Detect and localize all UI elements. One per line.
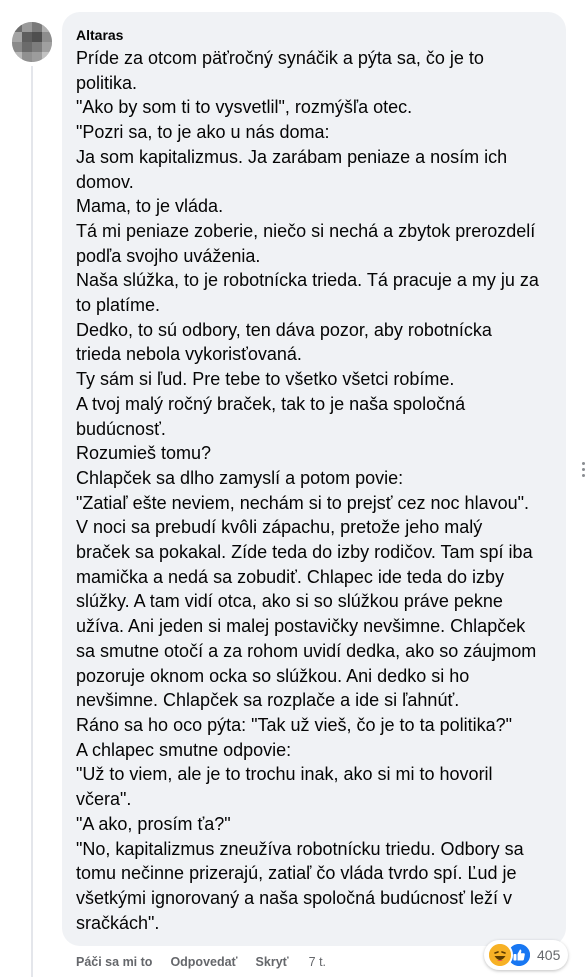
hide-button[interactable]: Skryť xyxy=(256,955,289,969)
comment-line: všetkými ignorovaný a naša spoločná budú… xyxy=(76,887,512,908)
dot xyxy=(581,474,585,477)
comment-timestamp[interactable]: 7 t. xyxy=(309,955,326,969)
comment-line: Mama, to je vláda. xyxy=(76,196,224,217)
comment-line: Chlapček sa dlho zamyslí a potom povie: xyxy=(76,467,404,488)
comment-bubble: Altaras Príde za otcom päťročný synáčik … xyxy=(62,12,566,946)
comment-line: pozoruje oknom ocka so slúžkou. Ani dedk… xyxy=(76,665,470,686)
comment-line: užíva. Ani jeden si malej postavičky nev… xyxy=(76,616,526,637)
comment-line: "Zatiaľ ešte neviem, nechám si to prejsť… xyxy=(76,492,529,513)
avatar-pixel xyxy=(22,42,32,52)
dot xyxy=(581,468,585,471)
comment-line: Ty sám si ľud. Pre tebe to všetko všetci… xyxy=(76,369,455,390)
haha-face-graphic xyxy=(489,944,511,966)
reply-button[interactable]: Odpovedať xyxy=(170,955,237,969)
reactions-summary[interactable]: 405 xyxy=(484,940,569,970)
reaction-count: 405 xyxy=(537,947,561,963)
comment-line: "Ako by som ti to vysvetlil", rozmýšľa o… xyxy=(76,97,413,118)
comment-line: braček sa pokakal. Zíde teda do izby rod… xyxy=(76,542,533,563)
comment-line: "A ako, prosím ťa?" xyxy=(76,813,231,834)
haha-icon xyxy=(487,942,513,968)
comment-thread: Altaras Príde za otcom päťročný synáčik … xyxy=(0,0,588,977)
comment-line: Príde za otcom päťročný synáčik a pýta s… xyxy=(76,48,484,68)
comment-line: slúžky. A tam vidí otca, ako si so slúžk… xyxy=(76,591,503,612)
avatar-pixel xyxy=(12,22,22,32)
comment-line: mamička a nedá sa zobudiť. Chlapec ide t… xyxy=(76,566,505,587)
comment-line: Dedko, to sú odbory, ten dáva pozor, aby… xyxy=(76,319,492,340)
comment-line: V noci sa prebudí kvôli zápachu, pretože… xyxy=(76,517,483,538)
comment-line: nevšimne. Chlapček sa rozplače a ide si … xyxy=(76,690,460,711)
avatar-pixel xyxy=(32,32,42,42)
avatar-pixel xyxy=(12,32,22,42)
comment-line: Tá mi peniaze zoberie, niečo si nechá a … xyxy=(76,220,536,241)
comment-line: "No, kapitalizmus zneužíva robotnícku tr… xyxy=(76,838,524,859)
comment-line: to platíme. xyxy=(76,295,161,316)
avatar-pixel xyxy=(12,52,22,62)
thread-line xyxy=(31,66,33,977)
comment-line: "Už to viem, ale je to trochu inak, ako … xyxy=(76,764,493,785)
comment-line: Naša slúžka, to je robotnícka trieda. Tá… xyxy=(76,270,539,291)
comment-line: Ráno sa ho oco pýta: "Tak už vieš, čo je… xyxy=(76,714,513,735)
comment-line: domov. xyxy=(76,171,134,192)
comment-line: politika. xyxy=(76,72,138,93)
avatar-pixel xyxy=(42,52,52,62)
comment-line: Rozumieš tomu? xyxy=(76,443,212,464)
avatar-pixel xyxy=(42,22,52,32)
comment-line: A tvoj malý ročný braček, tak to je naša… xyxy=(76,393,466,414)
avatar-pixel xyxy=(22,22,32,32)
comment-text: Príde za otcom päťročný synáčik a pýta s… xyxy=(76,46,554,935)
comment-line: tomu nečinne prizerajú, zatiaľ čo vláda … xyxy=(76,863,517,884)
like-button[interactable]: Páči sa mi to xyxy=(76,955,152,969)
comment-author[interactable]: Altaras xyxy=(76,26,554,44)
comment-actions: Páči sa mi to Odpovedať Skryť 7 t. xyxy=(76,955,326,969)
comment-line: sračkách". xyxy=(76,912,160,933)
avatar-pixel xyxy=(32,22,42,32)
dot xyxy=(581,462,585,465)
avatar-pixel xyxy=(32,42,42,52)
comment-line: podľa svojho uváženia. xyxy=(76,245,261,266)
comment-line: "Pozri sa, to je ako u nás doma: xyxy=(76,122,330,143)
avatar-pixel xyxy=(22,52,32,62)
more-options-icon[interactable] xyxy=(578,462,588,477)
comment-line: Ja som kapitalizmus. Ja zarábam peniaze … xyxy=(76,146,508,167)
avatar-pixel xyxy=(42,42,52,52)
avatar[interactable] xyxy=(12,22,52,62)
comment-line: trieda nebola vykorisťovaná. xyxy=(76,344,302,365)
avatar-pixel xyxy=(32,52,42,62)
comment-line: budúcnosť. xyxy=(76,418,166,439)
comment-line: včera". xyxy=(76,789,132,810)
avatar-pixel xyxy=(42,32,52,42)
comment-line: A chlapec smutne odpovie: xyxy=(76,739,292,760)
avatar-pixel xyxy=(22,32,32,42)
avatar-pixel xyxy=(12,42,22,52)
comment-line: sa smutne otočí a za rohom uvidí dedka, … xyxy=(76,640,537,661)
